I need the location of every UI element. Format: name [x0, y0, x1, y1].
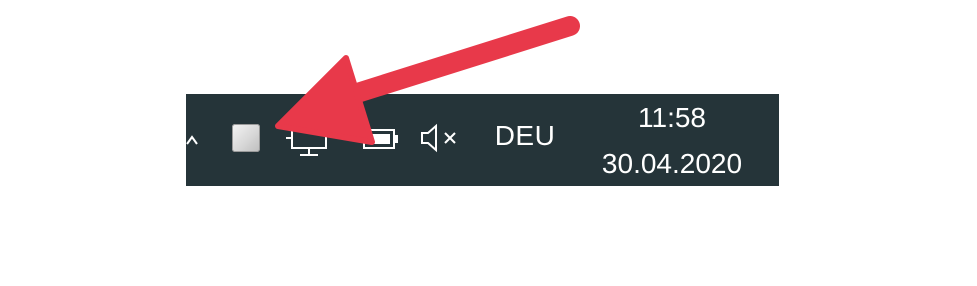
screenshot-stage: DEU 11:58 30.04.2020: [0, 0, 977, 286]
app-tray-icon[interactable]: [230, 122, 262, 154]
show-hidden-icons-button[interactable]: [186, 124, 198, 154]
input-language-indicator[interactable]: DEU: [490, 114, 560, 158]
taskbar-system-tray: DEU 11:58 30.04.2020: [186, 94, 779, 186]
app-square-icon: [232, 124, 260, 152]
language-label: DEU: [494, 120, 556, 151]
battery-button[interactable]: [358, 118, 402, 158]
chevron-up-icon: [186, 135, 198, 145]
network-icon: [286, 127, 327, 156]
network-button[interactable]: [284, 118, 334, 158]
clock-button[interactable]: 11:58 30.04.2020: [582, 94, 762, 186]
battery-charging-icon: [360, 123, 398, 149]
volume-button[interactable]: [418, 118, 466, 158]
clock-time: 11:58: [638, 102, 706, 133]
clock-date: 30.04.2020: [601, 148, 743, 179]
volume-muted-icon: [421, 123, 456, 153]
